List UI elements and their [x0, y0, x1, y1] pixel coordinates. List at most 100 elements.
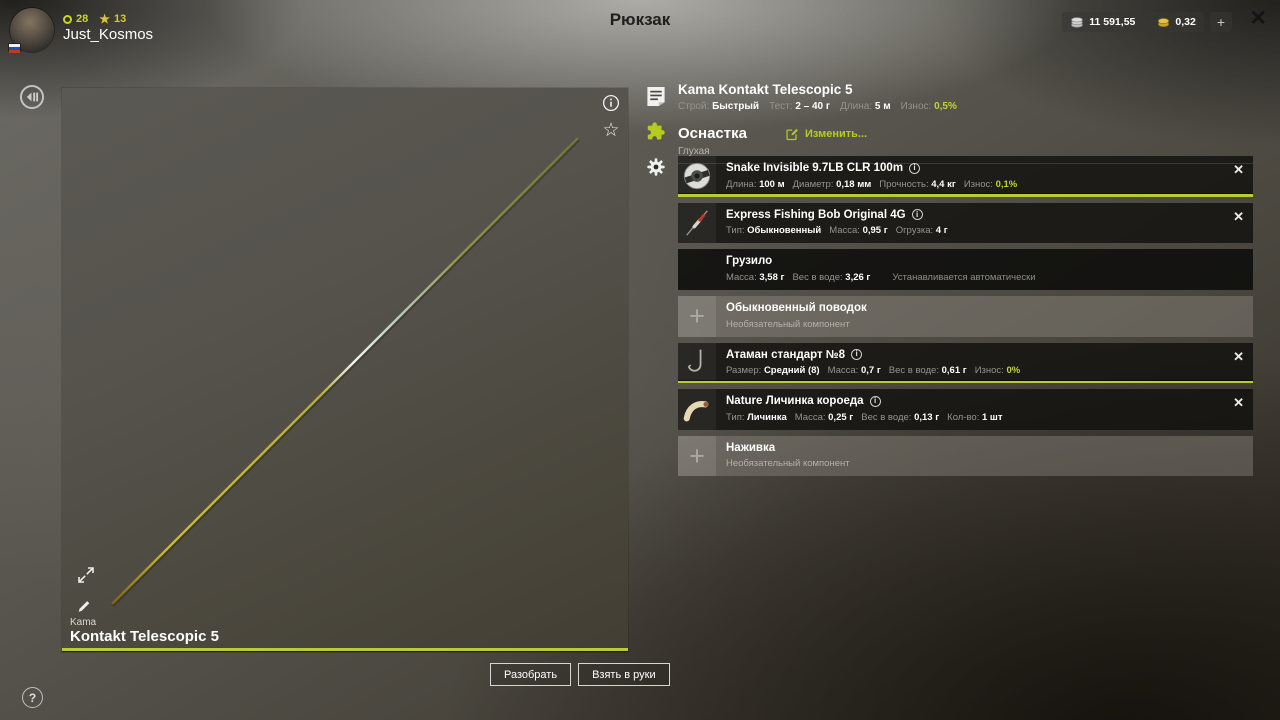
- rig-row[interactable]: Snake Invisible 9.7LB CLR 100m i Длина: 10…: [678, 156, 1253, 197]
- component-stats: Тип: Обыкновенный Масса: 0,95 г Огрузка: 4…: [726, 225, 1227, 236]
- note-icon: [647, 86, 665, 107]
- stat-label: Диаметр:: [792, 178, 837, 190]
- durability-bar: [678, 380, 1253, 384]
- component-subtitle: Необязательный компонент: [726, 458, 850, 470]
- help-button[interactable]: ?: [22, 687, 43, 708]
- rig-rows: Snake Invisible 9.7LB CLR 100m i Длина: 10…: [678, 156, 1253, 482]
- component-title-text: Атаман стандарт №8: [726, 348, 846, 361]
- stat: Длина: 5 м: [840, 101, 891, 112]
- line-spool-icon: [678, 156, 716, 197]
- info-icon[interactable]: i: [909, 162, 921, 174]
- stat: Огрузка: 4 г: [896, 225, 948, 236]
- component-title-text: Express Fishing Bob Original 4G: [726, 208, 906, 221]
- component-title-text: Наживка: [726, 441, 776, 454]
- stat-label: Масса:: [829, 225, 863, 237]
- stat-value: 3,26 г: [845, 271, 871, 283]
- stat-label: Длина:: [726, 178, 760, 190]
- stat: Масса: 0,95 г: [829, 225, 887, 236]
- remove-component-button[interactable]: ✕: [1233, 396, 1244, 409]
- remove-component-button[interactable]: ✕: [1233, 163, 1244, 176]
- component-title: Express Fishing Bob Original 4G i: [726, 209, 1227, 222]
- close-button[interactable]: ✕: [1249, 8, 1267, 29]
- silver-coins-icon: [1071, 17, 1084, 28]
- component-title: Грузило: [726, 255, 1227, 268]
- stat: Длина: 100 м: [726, 179, 785, 190]
- component-title: Обыкновенный поводок: [726, 302, 1227, 315]
- silver-amount: 11 591,55: [1089, 16, 1136, 28]
- stat: Износ: 0,1%: [964, 179, 1017, 190]
- stat-value: 3,58 г: [759, 271, 785, 283]
- larva-icon: [678, 389, 716, 430]
- component-title-text: Nature Личинка короеда: [726, 395, 864, 408]
- stat-value: 0,25 г: [828, 411, 854, 423]
- stat-label: Масса:: [794, 411, 829, 423]
- rename-rod-button[interactable]: [76, 598, 96, 619]
- stat: Тест: 2 – 40 г: [769, 101, 830, 112]
- gold-amount: 0,32: [1175, 16, 1196, 28]
- back-button[interactable]: [19, 84, 45, 115]
- stat-value: 0,61 г: [941, 365, 967, 377]
- remove-component-button[interactable]: ✕: [1233, 210, 1244, 223]
- rig-row[interactable]: Express Fishing Bob Original 4G i Тип: Обы…: [678, 202, 1253, 244]
- add-money-button[interactable]: +: [1209, 12, 1232, 32]
- stat: Прочность: 4,4 кг: [879, 179, 956, 190]
- component-title: Наживка: [726, 442, 1227, 455]
- rig-row[interactable]: + Наживка Необязательный компонент: [678, 435, 1253, 477]
- remove-component-button[interactable]: ✕: [1233, 350, 1244, 363]
- stat-label: Длина:: [840, 101, 875, 112]
- component-stats: Тип: Личинка Масса: 0,25 г Вес в воде: 0,1…: [726, 412, 1227, 423]
- stat-value: 0,13 г: [914, 411, 940, 423]
- item-info-button[interactable]: [602, 94, 620, 117]
- stat-label: Тест:: [769, 101, 796, 112]
- disassemble-button[interactable]: Разобрать: [490, 663, 572, 686]
- component-title-text: Грузило: [726, 255, 773, 268]
- stat-label: Вес в воде:: [792, 271, 846, 283]
- take-in-hands-button[interactable]: Взять в руки: [578, 663, 670, 686]
- tab-description[interactable]: [646, 86, 666, 112]
- rod-brand: Kama: [70, 617, 97, 628]
- stat: Вес в воде: 0,61 г: [889, 365, 967, 376]
- component-stats: Масса: 3,58 г Вес в воде: 3,26 г Устанавли…: [726, 272, 1227, 283]
- component-title: Атаман стандарт №8 i: [726, 349, 1227, 362]
- tab-settings[interactable]: [646, 157, 666, 182]
- item-tab-strip: [644, 86, 668, 182]
- stat: Диаметр: 0,18 мм: [793, 179, 872, 190]
- stat-value: 2 – 40 г: [795, 101, 831, 112]
- row-content: Атаман стандарт №8 i Размер: Средний (8) Ма…: [716, 343, 1253, 384]
- gold-coins-icon: [1158, 18, 1170, 28]
- component-title: Nature Личинка короеда i: [726, 395, 1227, 408]
- expand-preview-button[interactable]: [76, 565, 96, 590]
- stat-value: 4,4 кг: [931, 178, 956, 190]
- stat-label: Масса:: [827, 365, 861, 377]
- favorite-star-button[interactable]: ☆: [602, 121, 619, 140]
- rig-row[interactable]: Nature Личинка короеда i Тип: Личинка Масса…: [678, 389, 1253, 430]
- edit-rig-button[interactable]: Изменить...: [785, 127, 867, 141]
- stat-label: Прочность:: [879, 178, 932, 190]
- component-title-text: Обыкновенный поводок: [726, 301, 867, 314]
- stat-value: 0,1%: [995, 178, 1018, 190]
- durability-bar: [678, 194, 1253, 197]
- stat-value: 5 м: [874, 101, 891, 112]
- back-icon: [20, 85, 44, 109]
- add-component-icon: +: [678, 295, 716, 337]
- info-icon[interactable]: i: [869, 396, 881, 408]
- info-icon[interactable]: i: [911, 209, 923, 221]
- edit-rig-label: Изменить...: [805, 127, 868, 140]
- stat-value: Обыкновенный: [747, 225, 822, 237]
- rig-row[interactable]: Атаман стандарт №8 i Размер: Средний (8) Ма…: [678, 342, 1253, 384]
- stat-value: Личинка: [747, 411, 787, 423]
- edit-icon: [786, 128, 798, 140]
- component-stats: Длина: 100 м Диаметр: 0,18 мм Прочность: 4…: [726, 179, 1227, 190]
- silver-money-chip[interactable]: 11 591,55: [1062, 12, 1144, 32]
- stat-label: Вес в воде:: [861, 411, 915, 423]
- info-icon[interactable]: i: [851, 349, 863, 361]
- stat-value: Средний (8): [763, 365, 820, 377]
- rig-row[interactable]: + Обыкновенный поводок Необязательный комп…: [678, 295, 1253, 337]
- rig-row[interactable]: Грузило Масса: 3,58 г Вес в воде: 3,26 г Ус…: [678, 249, 1253, 290]
- stat: Строй: Быстрый: [678, 101, 759, 112]
- stat: Масса: 0,7 г: [828, 365, 881, 376]
- fishing-rod-image: [111, 137, 580, 607]
- gold-money-chip[interactable]: 0,32: [1149, 12, 1204, 32]
- tab-rig-active[interactable]: [645, 121, 667, 148]
- stat-label: Износ:: [963, 178, 996, 190]
